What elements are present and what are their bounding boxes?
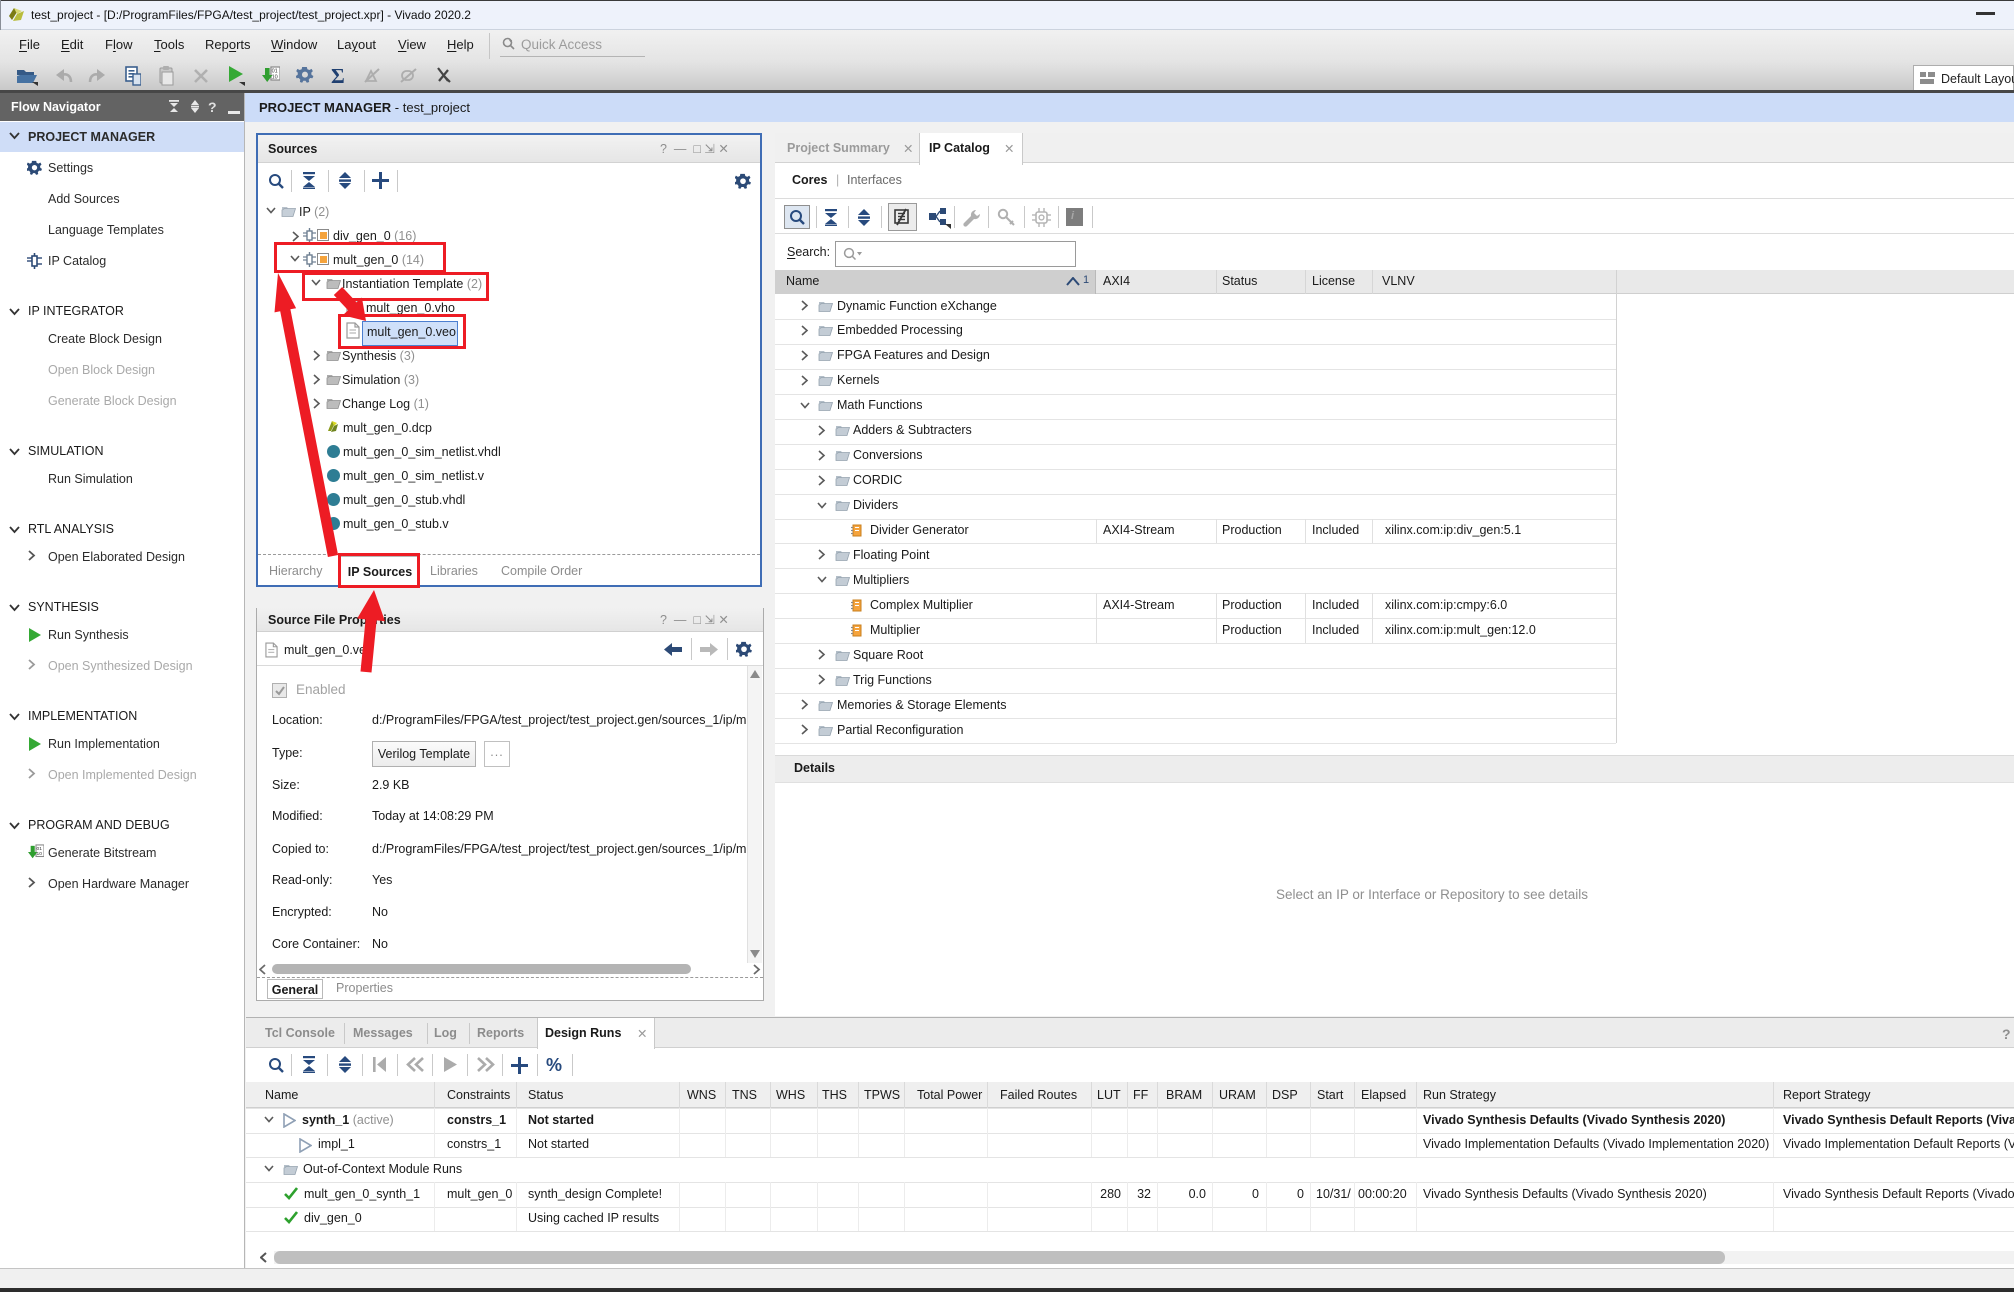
svg-text:10: 10 [272,75,278,81]
svg-text:10: 10 [37,851,43,857]
svg-text:01: 01 [37,846,43,852]
